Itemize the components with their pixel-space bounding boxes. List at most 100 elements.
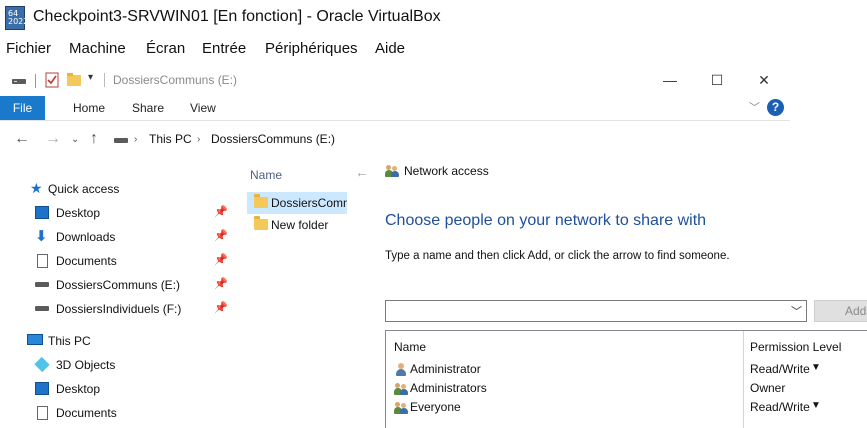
file-item-new-folder[interactable]: New folder (247, 214, 347, 236)
up-arrow-icon[interactable]: ↑ (90, 130, 98, 148)
tab-home[interactable]: Home (73, 101, 105, 115)
back-arrow-icon[interactable]: ← (355, 164, 369, 180)
nav-label: 3D Objects (56, 358, 116, 372)
tab-view[interactable]: View (190, 101, 216, 115)
dialog-title: Network access (404, 164, 489, 178)
ribbon-tabs: File Home Share View ﹀ ? (0, 96, 790, 120)
permission-level: Owner (750, 381, 786, 395)
nav-label: Desktop (56, 382, 101, 396)
menu-entree[interactable]: Entrée (202, 40, 246, 57)
address-drive-icon (114, 138, 128, 143)
chevron-down-icon[interactable]: ﹀ (791, 303, 802, 319)
breadcrumb-chevron-icon[interactable]: › (197, 134, 200, 145)
file-list: Name DossiersComm New folder (240, 160, 353, 428)
navigation-pane: ★ Quick access Desktop 📌 ⬇ Downloads 📌 D… (0, 174, 240, 428)
nav-documents[interactable]: Documents 📌 (0, 250, 235, 272)
drive-icon (35, 306, 49, 311)
pin-icon: 📌 (214, 302, 228, 314)
desktop-icon (35, 382, 49, 395)
address-row: ← → ⌄ ↑ › This PC › DossiersCommuns (E:) (0, 126, 347, 154)
drive-icon (12, 79, 26, 84)
nav-dossiers-communs[interactable]: DossiersCommuns (E:) 📌 (0, 274, 235, 296)
menu-ecran[interactable]: Écran (146, 40, 185, 57)
user-name: Administrator (410, 362, 481, 376)
breadcrumb-drive[interactable]: DossiersCommuns (E:) (211, 132, 335, 146)
user-icon (394, 363, 408, 376)
column-header-name[interactable]: Name (250, 168, 282, 182)
permission-level[interactable]: Read/Write (750, 400, 810, 414)
column-header-name[interactable]: Name (394, 340, 426, 354)
breadcrumb-this-pc[interactable]: This PC (149, 132, 192, 146)
virtualbox-logo-icon: 64 2022 (5, 6, 28, 30)
computer-icon (27, 334, 43, 345)
forward-arrow-icon[interactable]: → (45, 130, 61, 148)
nav-label: Documents (56, 406, 117, 420)
nav-desktop[interactable]: Desktop 📌 (0, 202, 235, 224)
menu-peripheriques[interactable]: Périphériques (265, 40, 358, 57)
user-row-administrators[interactable]: Administrators Owner (386, 379, 867, 398)
nav-pc-documents[interactable]: Documents (0, 402, 235, 424)
folder-icon (254, 194, 268, 208)
column-header-permission[interactable]: Permission Level (750, 340, 841, 354)
toolbar-separator (35, 74, 36, 88)
nav-3d-objects[interactable]: 3D Objects (0, 354, 235, 376)
close-icon[interactable]: ✕ (754, 70, 774, 90)
network-users-icon (385, 164, 401, 178)
guest-screen: ▾ DossiersCommuns (E:) — ☐ ✕ File Home S… (0, 64, 867, 428)
menu-machine[interactable]: Machine (69, 40, 126, 57)
dialog-heading: Choose people on your network to share w… (385, 212, 707, 229)
nav-downloads[interactable]: ⬇ Downloads 📌 (0, 226, 235, 248)
add-button[interactable]: Add (814, 300, 867, 322)
user-name-combobox[interactable]: ﹀ (385, 300, 807, 322)
group-icon (394, 382, 408, 395)
star-icon: ★ (30, 180, 43, 196)
pin-icon: 📌 (214, 278, 228, 290)
drive-icon (35, 282, 49, 287)
permission-dropdown-icon[interactable]: ▼ (811, 400, 821, 411)
menu-aide[interactable]: Aide (375, 40, 405, 57)
permission-level[interactable]: Read/Write (750, 362, 810, 376)
permission-dropdown-icon[interactable]: ▼ (811, 362, 821, 373)
menu-fichier[interactable]: Fichier (6, 40, 51, 57)
nav-pc-desktop[interactable]: Desktop (0, 378, 235, 400)
help-icon[interactable]: ? (767, 99, 784, 116)
nav-this-pc[interactable]: This PC (0, 330, 235, 352)
cube-icon (34, 356, 50, 373)
file-item-dossiers-communs[interactable]: DossiersComm (247, 192, 353, 214)
nav-label: DossiersIndividuels (F:) (56, 302, 182, 316)
file-item-label: DossiersComm (271, 196, 354, 210)
user-row-everyone[interactable]: Everyone Read/Write ▼ (386, 398, 867, 417)
explorer-title-bar: ▾ DossiersCommuns (E:) — ☐ ✕ (0, 64, 790, 96)
pin-icon: 📌 (214, 230, 228, 242)
file-item-label: New folder (271, 218, 329, 232)
breadcrumb-chevron-icon[interactable]: › (134, 134, 137, 145)
user-row-administrator[interactable]: Administrator Read/Write ▼ (386, 360, 867, 379)
document-icon (37, 254, 48, 268)
download-arrow-icon: ⬇ (35, 228, 48, 245)
network-access-dialog: ← Network access Choose people on your n… (347, 154, 867, 428)
back-arrow-icon[interactable]: ← (14, 130, 30, 148)
nav-label: Desktop (56, 206, 101, 220)
tab-share[interactable]: Share (132, 101, 164, 115)
nav-label: Documents (56, 254, 117, 268)
nav-quick-access[interactable]: ★ Quick access (0, 178, 235, 200)
group-icon (394, 401, 408, 414)
expand-ribbon-icon[interactable]: ﹀ (749, 99, 760, 115)
vbox-menu-bar: Fichier Machine Écran Entrée Périphériqu… (0, 36, 867, 64)
recent-locations-icon[interactable]: ⌄ (71, 134, 79, 145)
customize-quick-access-icon[interactable]: ▾ (88, 72, 93, 83)
ribbon-divider (0, 120, 790, 121)
desktop-icon (35, 206, 49, 219)
minimize-icon[interactable]: — (660, 70, 680, 90)
window-title: Checkpoint3-SRVWIN01 [En fonction] - Ora… (33, 8, 441, 25)
document-icon (37, 406, 48, 420)
nav-label: Downloads (56, 230, 116, 244)
tab-file[interactable]: File (0, 96, 45, 120)
properties-icon[interactable] (45, 72, 59, 88)
dialog-instruction: Type a name and then click Add, or click… (385, 250, 730, 262)
explorer-window-title: DossiersCommuns (E:) (113, 73, 238, 87)
new-folder-icon[interactable] (67, 73, 81, 86)
user-name: Everyone (410, 400, 461, 414)
nav-dossiers-individuels[interactable]: DossiersIndividuels (F:) 📌 (0, 298, 235, 320)
maximize-icon[interactable]: ☐ (707, 70, 727, 90)
